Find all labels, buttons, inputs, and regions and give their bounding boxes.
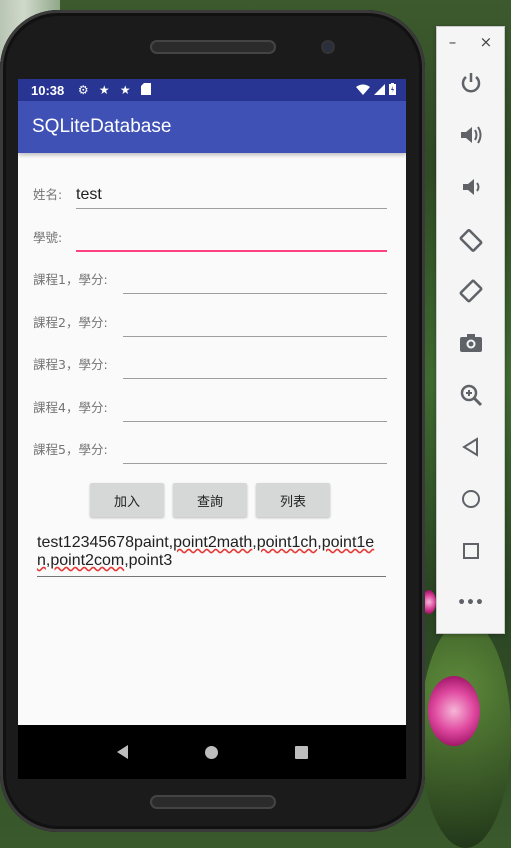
- sd-card-icon: [139, 83, 153, 97]
- course2-row: 課程2，學分:: [33, 307, 387, 337]
- result-part: test12345678paint,: [37, 534, 174, 551]
- navigation-bar: [18, 725, 406, 779]
- zoom-button[interactable]: [437, 375, 504, 415]
- status-bar: 10:38 ⚙ ★ ★: [18, 79, 406, 101]
- home-button[interactable]: [437, 479, 504, 519]
- rotate-left-button[interactable]: [437, 219, 504, 259]
- earpiece-speaker: [150, 40, 276, 54]
- name-row: 姓名: test: [33, 179, 387, 209]
- result-part-misspelled: point2math: [173, 534, 253, 551]
- device-screen: 10:38 ⚙ ★ ★ SQLiteDatabase 姓名: test 學號: …: [18, 79, 406, 725]
- student-id-input[interactable]: [76, 222, 387, 252]
- course5-input[interactable]: [123, 435, 387, 464]
- name-label: 姓名:: [33, 187, 63, 202]
- home-icon[interactable]: [204, 745, 218, 759]
- toolbar-window-controls: – ×: [437, 27, 504, 57]
- back-icon[interactable]: [116, 745, 128, 759]
- rotate-right-button[interactable]: [437, 271, 504, 311]
- background-flower: [428, 676, 480, 746]
- volume-down-icon: [462, 179, 479, 195]
- star-icon: ★: [119, 83, 131, 97]
- app-title: SQLiteDatabase: [32, 116, 172, 137]
- course2-label: 課程2，學分:: [33, 315, 108, 330]
- course4-label: 課程4，學分:: [33, 400, 108, 415]
- course1-label: 課程1，學分:: [33, 272, 108, 287]
- star-icon: ★: [98, 83, 110, 97]
- volume-down-button[interactable]: [437, 167, 504, 207]
- settings-gear-icon: ⚙: [77, 83, 89, 97]
- overview-button[interactable]: [437, 531, 504, 571]
- course5-row: 課程5，學分:: [33, 434, 387, 464]
- course3-label: 課程3，學分:: [33, 357, 108, 372]
- course1-row: 課程1，學分:: [33, 264, 387, 294]
- back-button[interactable]: [437, 427, 504, 467]
- rotate-left-icon: [459, 228, 482, 252]
- more-button[interactable]: •••: [437, 583, 504, 623]
- result-part-misspelled: point2com: [50, 552, 125, 569]
- course3-input[interactable]: [123, 350, 387, 379]
- front-camera: [323, 42, 333, 52]
- result-text[interactable]: test12345678paint,point2math,point1ch,po…: [37, 534, 384, 570]
- query-button[interactable]: 查詢: [173, 483, 247, 517]
- recent-apps-icon[interactable]: [294, 745, 308, 759]
- course4-input[interactable]: [123, 393, 387, 422]
- zoom-icon: [460, 384, 482, 407]
- result-part-misspelled: point1ch: [256, 534, 318, 551]
- power-icon: [461, 73, 480, 93]
- bottom-speaker: [150, 795, 276, 809]
- minimize-button[interactable]: –: [449, 33, 457, 51]
- name-input-value: test: [76, 186, 102, 203]
- course2-input[interactable]: [123, 308, 387, 337]
- close-button[interactable]: ×: [480, 33, 493, 51]
- result-part: point3: [128, 552, 173, 569]
- volume-up-icon: [460, 126, 481, 144]
- course1-input[interactable]: [123, 265, 387, 294]
- app-bar: SQLiteDatabase: [18, 101, 406, 153]
- home-circle-icon: [461, 490, 480, 508]
- wifi-icon: [356, 83, 370, 98]
- back-triangle-icon: [461, 437, 478, 457]
- camera-icon: [459, 334, 482, 352]
- emulator-toolbar: – × •••: [436, 26, 505, 634]
- rotate-right-icon: [459, 279, 482, 303]
- signal-icon: [374, 83, 385, 98]
- student-id-row: 學號:: [33, 222, 387, 252]
- course4-row: 課程4，學分:: [33, 392, 387, 422]
- volume-up-button[interactable]: [437, 115, 504, 155]
- power-button[interactable]: [437, 63, 504, 103]
- course3-row: 課程3，學分:: [33, 349, 387, 379]
- status-time: 10:38: [31, 82, 65, 98]
- student-id-label: 學號:: [33, 230, 63, 245]
- overview-square-icon: [462, 543, 479, 559]
- battery-icon: [389, 82, 396, 98]
- screenshot-button[interactable]: [437, 323, 504, 363]
- name-input[interactable]: test: [76, 180, 387, 209]
- result-underline: [37, 576, 386, 577]
- list-button[interactable]: 列表: [256, 483, 330, 517]
- course5-label: 課程5，學分:: [33, 442, 108, 457]
- add-button[interactable]: 加入: [90, 483, 164, 517]
